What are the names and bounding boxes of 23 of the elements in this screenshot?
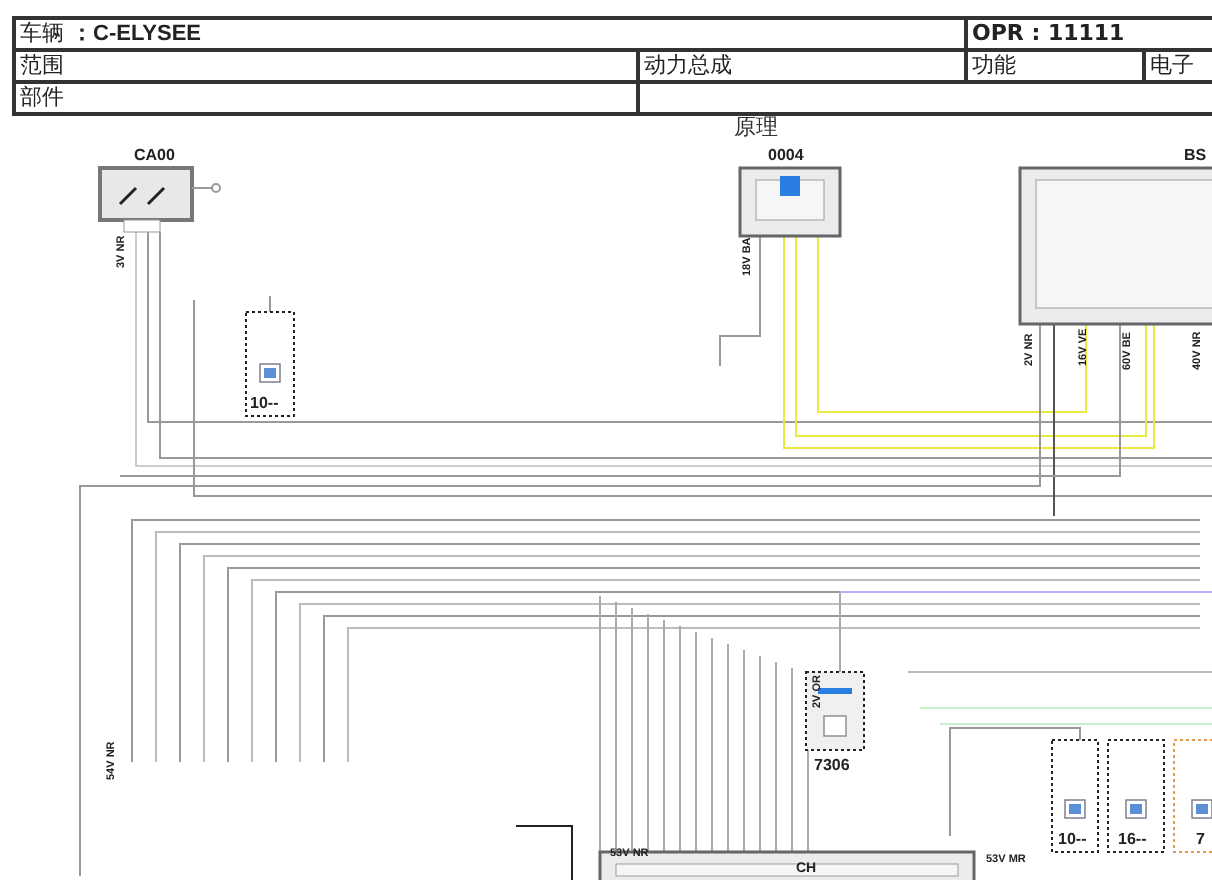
component-label: 7 (1196, 830, 1205, 848)
part-label: 部件 (16, 84, 640, 112)
function-value: 电子 (1146, 52, 1212, 84)
range-value: 动力总成 (640, 52, 968, 84)
module-drawing (738, 166, 842, 238)
vehicle-label: 车辆 (20, 20, 64, 46)
component-label: BS (1184, 146, 1207, 164)
component-label: 16-- (1118, 830, 1147, 848)
diagram-title: 原理 (732, 116, 780, 140)
sensor-drawing (805, 671, 865, 751)
ignition-switch-drawing (98, 166, 221, 233)
component-label: 10-- (1058, 830, 1087, 848)
opr-cell: OPR : 11111 (968, 20, 1212, 52)
component-label: 10-- (250, 394, 279, 412)
component-label: CA00 (134, 146, 175, 164)
component-label: 7306 (814, 756, 850, 774)
range-label: 范围 (16, 52, 640, 84)
fuse-drawing (1051, 739, 1099, 853)
vehicle-name: ：C-ELYSEE (71, 22, 202, 46)
fuse-drawing (245, 311, 295, 417)
fuse-drawing (1107, 739, 1165, 853)
component-label: 0004 (768, 146, 804, 164)
function-label: 功能 (968, 52, 1146, 84)
